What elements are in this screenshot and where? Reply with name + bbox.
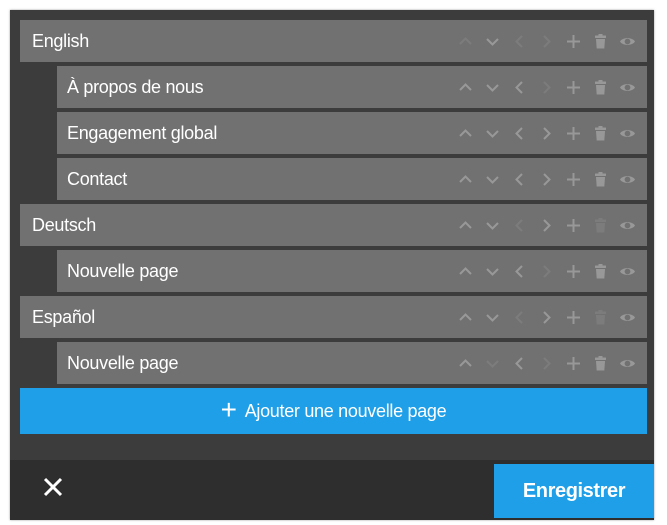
page-tree-rows: English À propos de nous Engagement global…: [20, 20, 647, 384]
language-item[interactable]: Deutsch: [20, 204, 647, 246]
eye-icon[interactable]: [618, 308, 637, 327]
item-label: Nouvelle page: [67, 352, 179, 373]
plus-icon[interactable]: [564, 308, 583, 327]
row-actions: [456, 354, 647, 373]
footer-bar: Enregistrer: [10, 460, 654, 520]
page-item[interactable]: Nouvelle page: [57, 342, 647, 384]
chevron-right-icon[interactable]: [537, 216, 556, 235]
chevron-up-icon[interactable]: [456, 170, 475, 189]
chevron-left-icon[interactable]: [510, 216, 529, 235]
chevron-right-icon[interactable]: [537, 78, 556, 97]
plus-icon: +: [220, 393, 237, 425]
chevron-right-icon[interactable]: [537, 124, 556, 143]
item-label: À propos de nous: [67, 76, 204, 97]
chevron-right-icon[interactable]: [537, 354, 556, 373]
item-label: Nouvelle page: [67, 260, 179, 281]
chevron-down-icon[interactable]: [483, 32, 502, 51]
eye-icon[interactable]: [618, 262, 637, 281]
save-button[interactable]: Enregistrer: [494, 464, 654, 518]
chevron-right-icon[interactable]: [537, 170, 556, 189]
eye-icon[interactable]: [618, 354, 637, 373]
item-label: Engagement global: [67, 122, 218, 143]
close-button[interactable]: [40, 474, 66, 500]
chevron-down-icon[interactable]: [483, 262, 502, 281]
row-actions: [456, 262, 647, 281]
chevron-up-icon[interactable]: [456, 78, 475, 97]
trash-icon[interactable]: [591, 78, 610, 97]
eye-icon[interactable]: [618, 32, 637, 51]
item-label: Deutsch: [32, 214, 96, 235]
chevron-left-icon[interactable]: [510, 32, 529, 51]
row-actions: [456, 124, 647, 143]
chevron-down-icon[interactable]: [483, 216, 502, 235]
chevron-up-icon[interactable]: [456, 308, 475, 327]
chevron-left-icon[interactable]: [510, 308, 529, 327]
eye-icon[interactable]: [618, 170, 637, 189]
plus-icon[interactable]: [564, 262, 583, 281]
row-actions: [456, 216, 647, 235]
row-actions: [456, 32, 647, 51]
chevron-down-icon[interactable]: [483, 354, 502, 373]
add-page-label: Ajouter une nouvelle page: [244, 400, 447, 421]
trash-icon[interactable]: [591, 32, 610, 51]
page-item[interactable]: Nouvelle page: [57, 250, 647, 292]
eye-icon[interactable]: [618, 124, 637, 143]
page-tree: English À propos de nous Engagement global…: [20, 20, 647, 434]
language-item[interactable]: Español: [20, 296, 647, 338]
language-item[interactable]: English: [20, 20, 647, 62]
item-label: English: [32, 30, 89, 51]
eye-icon[interactable]: [618, 216, 637, 235]
trash-icon[interactable]: [591, 170, 610, 189]
trash-icon[interactable]: [591, 354, 610, 373]
chevron-left-icon[interactable]: [510, 170, 529, 189]
plus-icon[interactable]: [564, 124, 583, 143]
chevron-left-icon[interactable]: [510, 78, 529, 97]
page-item[interactable]: Engagement global: [57, 112, 647, 154]
chevron-down-icon[interactable]: [483, 170, 502, 189]
page-item[interactable]: À propos de nous: [57, 66, 647, 108]
plus-icon[interactable]: [564, 32, 583, 51]
chevron-up-icon[interactable]: [456, 216, 475, 235]
trash-icon[interactable]: [591, 308, 610, 327]
chevron-right-icon[interactable]: [537, 308, 556, 327]
plus-icon[interactable]: [564, 354, 583, 373]
trash-icon[interactable]: [591, 124, 610, 143]
chevron-left-icon[interactable]: [510, 124, 529, 143]
chevron-right-icon[interactable]: [537, 262, 556, 281]
eye-icon[interactable]: [618, 78, 637, 97]
chevron-down-icon[interactable]: [483, 308, 502, 327]
close-icon: [43, 477, 63, 497]
plus-icon[interactable]: [564, 216, 583, 235]
chevron-left-icon[interactable]: [510, 354, 529, 373]
chevron-down-icon[interactable]: [483, 78, 502, 97]
chevron-up-icon[interactable]: [456, 354, 475, 373]
chevron-right-icon[interactable]: [537, 32, 556, 51]
add-page-button[interactable]: + Ajouter une nouvelle page: [20, 388, 647, 434]
page-tree-panel: English À propos de nous Engagement global…: [10, 10, 654, 520]
plus-icon[interactable]: [564, 78, 583, 97]
row-actions: [456, 170, 647, 189]
item-label: Contact: [67, 168, 127, 189]
chevron-up-icon[interactable]: [456, 124, 475, 143]
chevron-down-icon[interactable]: [483, 124, 502, 143]
item-label: Español: [32, 306, 95, 327]
page-item[interactable]: Contact: [57, 158, 647, 200]
chevron-up-icon[interactable]: [456, 262, 475, 281]
chevron-up-icon[interactable]: [456, 32, 475, 51]
trash-icon[interactable]: [591, 262, 610, 281]
row-actions: [456, 78, 647, 97]
chevron-left-icon[interactable]: [510, 262, 529, 281]
plus-icon[interactable]: [564, 170, 583, 189]
trash-icon[interactable]: [591, 216, 610, 235]
row-actions: [456, 308, 647, 327]
